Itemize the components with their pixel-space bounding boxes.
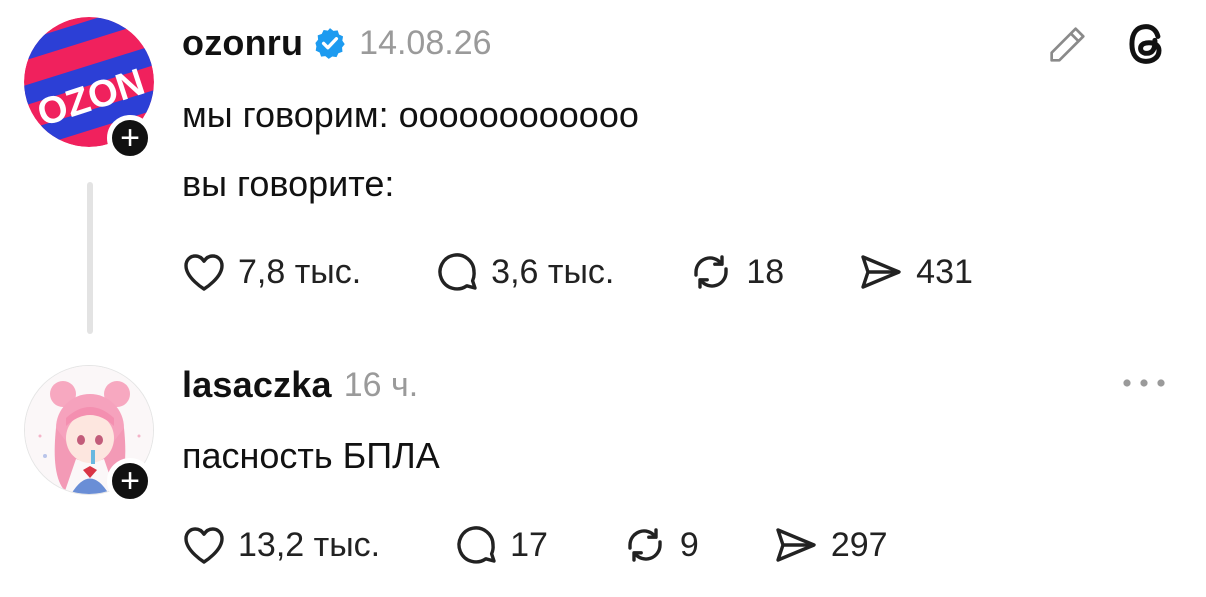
username[interactable]: lasaczka [182, 364, 332, 406]
send-icon [861, 255, 901, 289]
like-count: 7,8 тыс. [238, 252, 362, 291]
more-options-icon[interactable] [1114, 368, 1174, 398]
share-count: 431 [916, 252, 973, 291]
repost-count: 18 [746, 252, 785, 291]
post-actions: 7,8 тыс. 3,6 тыс. 18 431 [180, 248, 973, 296]
reply-button[interactable]: 3,6 тыс. [433, 248, 614, 296]
repost-count: 9 [679, 525, 699, 564]
comment-icon [438, 253, 477, 291]
post-text-line-2: вы говорите: [182, 163, 395, 204]
repost-button[interactable]: 9 [620, 521, 699, 569]
share-count: 297 [830, 525, 888, 564]
repost-icon [694, 255, 729, 289]
verified-badge-icon [313, 26, 347, 60]
pencil-icon[interactable] [1042, 20, 1092, 70]
post-lasaczka: + lasaczka 16 ч. пасность БПЛА 13,2 тыс.… [0, 340, 1206, 597]
post-ozonru: OZON + ozonru 14.08.26 мы говорим: ооооо… [0, 0, 1206, 340]
follow-button[interactable]: + [107, 458, 153, 504]
thread-line [87, 182, 93, 334]
post-time: 14.08.26 [359, 23, 492, 62]
heart-icon [184, 254, 224, 291]
threads-logo-icon[interactable] [1118, 16, 1174, 72]
post-text-line-1: мы говорим: оооооооооооо [182, 94, 639, 135]
share-button[interactable]: 431 [856, 248, 973, 296]
like-count: 13,2 тыс. [238, 525, 381, 564]
username[interactable]: ozonru [182, 22, 303, 64]
post-header: ozonru 14.08.26 [182, 22, 492, 64]
comment-icon [457, 526, 496, 564]
follow-button[interactable]: + [107, 115, 153, 161]
post-header: lasaczka 16 ч. [182, 364, 418, 406]
repost-icon [628, 528, 662, 562]
share-button[interactable]: 297 [771, 521, 888, 569]
send-icon [776, 528, 816, 562]
reply-count: 17 [510, 525, 548, 564]
reply-button[interactable]: 17 [452, 521, 548, 569]
post-actions: 13,2 тыс. 17 9 297 [180, 521, 888, 569]
post-time: 16 ч. [343, 365, 419, 404]
like-button[interactable]: 7,8 тыс. [180, 248, 361, 296]
reply-count: 3,6 тыс. [491, 252, 615, 291]
heart-icon [184, 527, 224, 564]
like-button[interactable]: 13,2 тыс. [180, 521, 380, 569]
repost-button[interactable]: 18 [686, 248, 784, 296]
post-text-line-1: пасность БПЛА [182, 435, 440, 476]
